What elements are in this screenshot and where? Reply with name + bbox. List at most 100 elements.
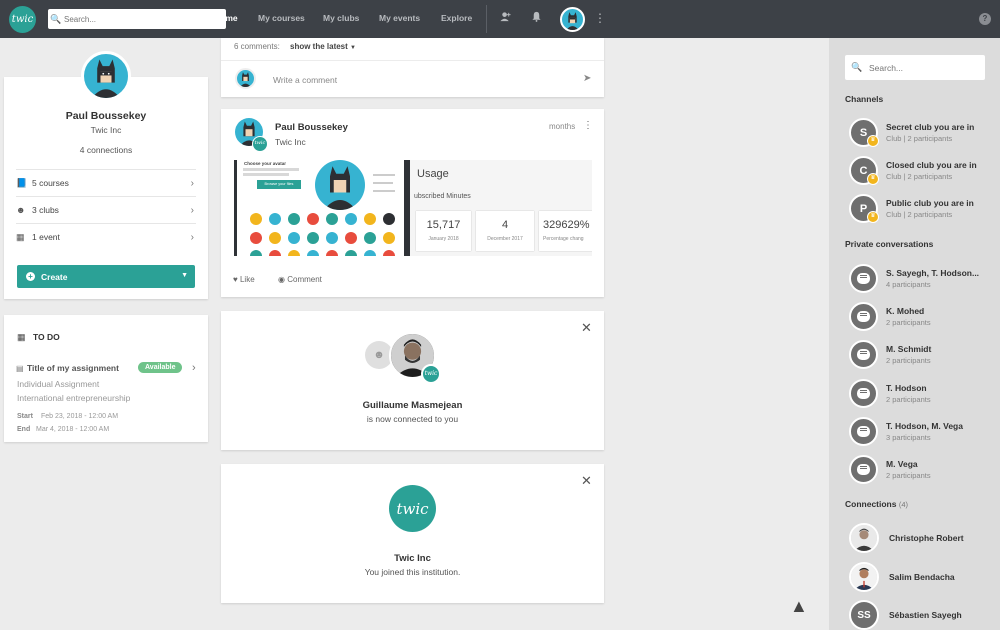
channel-initial: C: [859, 164, 868, 177]
sidebar-search-box[interactable]: 🔍: [845, 55, 985, 80]
private-conversations-heading: Private conversations: [845, 239, 934, 249]
menu-events[interactable]: ▦ 1 event ›: [16, 223, 196, 250]
preview-text-line: [373, 190, 395, 192]
connection-name[interactable]: Guillaume Masmejean: [221, 400, 604, 411]
channel-item[interactable]: P ♛ Public club you are in Club | 2 part…: [845, 192, 995, 228]
conversation-name: T. Hodson, M. Vega: [886, 421, 963, 431]
nav-my-events[interactable]: My events: [379, 13, 420, 23]
top-search-input[interactable]: [64, 14, 214, 24]
menu-clubs[interactable]: ☻ 3 clubs ›: [16, 196, 196, 223]
conversation-item[interactable]: M. Schmidt 2 participants: [845, 338, 995, 374]
connection-item[interactable]: Salim Bendacha: [845, 562, 995, 596]
channel-meta: Club | 2 participants: [886, 210, 953, 219]
nav-my-courses[interactable]: My courses: [258, 13, 305, 23]
close-icon[interactable]: ✕: [581, 473, 592, 489]
post-image-avatar-picker[interactable]: Choose your avatar Browse your files: [234, 160, 410, 256]
like-button[interactable]: ♥ Like: [233, 275, 255, 284]
channel-item[interactable]: C ♛ Closed club you are in Club | 2 part…: [845, 154, 995, 190]
post-menu-icon[interactable]: ⋮: [583, 120, 593, 131]
preview-browse-button: Browse your files: [257, 180, 301, 189]
create-label: Create: [41, 271, 68, 282]
institution-logo[interactable]: twic: [389, 485, 436, 532]
stat-box: 4 December 2017: [476, 211, 534, 251]
todo-title: TO DO: [33, 332, 60, 342]
preview-text-line: [243, 173, 289, 176]
stat-value: 4: [501, 219, 509, 231]
chevron-right-icon: ›: [190, 177, 194, 189]
nav-explore[interactable]: Explore: [441, 13, 472, 23]
close-icon[interactable]: ✕: [581, 320, 592, 336]
conversation-meta: 2 participants: [886, 356, 931, 365]
connection-item[interactable]: Christophe Robert: [845, 523, 995, 557]
institution-name[interactable]: Twic Inc: [221, 553, 604, 564]
channel-initial: P: [859, 202, 868, 215]
post-author[interactable]: Paul Boussekey: [275, 122, 348, 133]
notification-bell-icon[interactable]: [531, 11, 542, 25]
add-contact-icon[interactable]: [500, 11, 511, 25]
plus-circle-icon: +: [26, 272, 35, 281]
comments-count: 6 comments:: [234, 42, 280, 51]
menu-courses[interactable]: 📘 5 courses ›: [16, 169, 196, 196]
nav-home[interactable]: Home: [214, 13, 238, 23]
profile-connections[interactable]: 4 connections: [4, 145, 208, 155]
connections-heading: Connections (4): [845, 499, 908, 509]
channel-name: Public club you are in: [886, 198, 974, 208]
assignment-type: Individual Assignment: [17, 379, 100, 389]
conversation-meta: 2 participants: [886, 395, 931, 404]
calendar-icon: ▦: [17, 332, 26, 342]
stat-value: 329629%: [543, 219, 590, 231]
conversation-meta: 4 participants: [886, 280, 931, 289]
profile-name[interactable]: Paul Boussekey: [4, 110, 208, 122]
show-latest-dropdown[interactable]: show the latest ▼: [290, 42, 356, 51]
help-icon[interactable]: ?: [979, 13, 991, 25]
channel-meta: Club | 2 participants: [886, 172, 953, 181]
nav-my-clubs[interactable]: My clubs: [323, 13, 359, 23]
avatar-grid: [250, 213, 395, 256]
logo-text: twic: [11, 14, 34, 25]
comment-button[interactable]: ◉ Comment: [278, 275, 322, 284]
conversation-meta: 2 participants: [886, 471, 931, 480]
connection-avatar: SS: [849, 600, 879, 630]
channel-name: Closed club you are in: [886, 160, 977, 170]
user-avatar-nav[interactable]: [560, 7, 585, 32]
more-vertical-icon[interactable]: ⋮: [594, 11, 606, 25]
chevron-right-icon[interactable]: ›: [192, 362, 196, 374]
post-time: months: [549, 122, 576, 131]
stat-box: 329629% Percentage chang: [539, 211, 592, 251]
end-label: End: [17, 426, 31, 433]
twic-logo[interactable]: twic: [9, 6, 36, 33]
channel-item[interactable]: S ♛ Secret club you are in Club | 2 part…: [845, 116, 995, 152]
conversation-item[interactable]: T. Hodson 2 participants: [845, 377, 995, 413]
comment-input[interactable]: Write a comment: [273, 75, 337, 85]
people-icon: ☻: [16, 205, 26, 215]
conversation-item[interactable]: S. Sayegh, T. Hodson... 4 participants: [845, 262, 995, 298]
institution-text: You joined this institution.: [364, 567, 461, 577]
preview-big-avatar: [315, 160, 365, 210]
assignment-title[interactable]: Title of my assignment: [27, 363, 119, 373]
profile-avatar[interactable]: [81, 51, 131, 101]
top-search-box[interactable]: 🔍: [48, 9, 226, 29]
stat-label: Percentage chang: [543, 236, 584, 242]
conversation-item[interactable]: K. Mohed 2 participants: [845, 300, 995, 336]
conversation-item[interactable]: T. Hodson, M. Vega 3 participants: [845, 415, 995, 451]
post-image-usage[interactable]: Usage ubscribed Minutes 15,717 January 2…: [410, 160, 592, 256]
connection-initials: SS: [857, 609, 871, 621]
channel-initial: S: [859, 126, 868, 139]
end-value: Mar 4, 2018 - 12:00 AM: [36, 426, 110, 433]
conversation-item[interactable]: M. Vega 2 participants: [845, 453, 995, 489]
divider: [221, 60, 604, 61]
create-button[interactable]: + Create ▼: [17, 265, 195, 288]
chat-icon: [849, 264, 878, 293]
send-icon[interactable]: ➤: [583, 73, 591, 84]
usage-subtitle: ubscribed Minutes: [414, 193, 471, 200]
connection-avatar: [849, 562, 879, 592]
chevron-right-icon: ›: [190, 204, 194, 216]
twic-badge-icon: twic: [252, 136, 268, 152]
scroll-to-top-icon[interactable]: ▲: [790, 596, 808, 617]
sidebar-search-input[interactable]: [869, 62, 979, 73]
chat-icon: [849, 417, 878, 446]
channels-heading: Channels: [845, 94, 884, 104]
connection-item[interactable]: SS Sébastien Sayegh: [845, 600, 995, 630]
conversation-name: K. Mohed: [886, 306, 925, 316]
conversation-meta: 3 participants: [886, 433, 931, 442]
